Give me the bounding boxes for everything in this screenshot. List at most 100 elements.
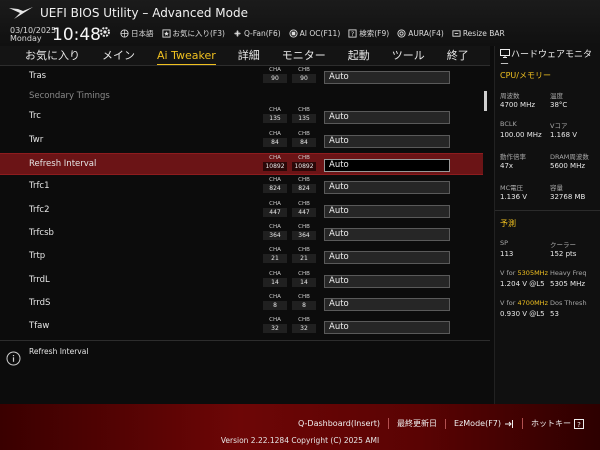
- cha-value: 10892: [263, 162, 287, 171]
- setting-row-trfc2[interactable]: Trfc2 CHA 447 CHB 447 Auto: [0, 200, 483, 222]
- gear-icon[interactable]: [99, 26, 111, 38]
- favorites-button[interactable]: お気に入り(F3): [161, 28, 225, 39]
- hw-label: 容量: [550, 184, 563, 192]
- last-modified-button[interactable]: 最終更新日: [388, 418, 445, 429]
- setting-value-field[interactable]: Auto: [324, 181, 450, 194]
- search-button[interactable]: ? 検索(F9): [348, 28, 389, 39]
- setting-label: Twr: [29, 135, 44, 145]
- chb-value: 10892: [292, 162, 316, 171]
- chb-header: CHB: [298, 271, 310, 277]
- settings-list: Tras CHA 90 CHB 90 Auto Secondary Timings …: [0, 66, 490, 340]
- resize-bar-button[interactable]: Resize BAR: [452, 28, 505, 39]
- cha-readout: CHA 32: [263, 317, 287, 333]
- footer-buttons: Q-Dashboard(Insert) 最終更新日 EzMode(F7) ホット…: [290, 418, 592, 429]
- chb-header: CHB: [298, 247, 310, 253]
- cha-value: 84: [263, 138, 287, 147]
- ezmode-button[interactable]: EzMode(F7): [445, 418, 522, 429]
- tab-tool[interactable]: ツール: [392, 46, 436, 66]
- v-for-freq1: 5305MHz: [517, 269, 548, 277]
- dos-thresh-label: Dos Thresh: [550, 299, 587, 307]
- cha-readout: CHA 8: [263, 294, 287, 310]
- setting-label: Trfcsb: [29, 228, 54, 238]
- list-scrollbar[interactable]: [484, 91, 487, 111]
- setting-row-trrds[interactable]: TrrdS CHA 8 CHB 8 Auto: [0, 293, 483, 315]
- search-label: 検索(F9): [359, 29, 390, 38]
- cha-header: CHA: [269, 201, 281, 207]
- cha-readout: CHA 21: [263, 247, 287, 263]
- setting-value-field[interactable]: Auto: [324, 159, 450, 172]
- chb-readout: CHB 364: [292, 224, 316, 240]
- setting-value-field[interactable]: Auto: [324, 251, 450, 264]
- setting-value-field[interactable]: Auto: [324, 135, 450, 148]
- language-button[interactable]: 日本語: [120, 28, 154, 39]
- resize-bar-icon: [452, 30, 461, 37]
- hw-value: 100.00 MHz: [500, 131, 542, 139]
- cha-readout: CHA 447: [263, 201, 287, 217]
- cha-header: CHA: [269, 67, 281, 73]
- setting-row-trc[interactable]: Trc CHA 135 CHB 135 Auto: [0, 106, 483, 128]
- cha-header: CHA: [269, 224, 281, 230]
- tab-ai-tweaker[interactable]: Ai Tweaker: [157, 46, 227, 66]
- hw-value: 5600 MHz: [550, 162, 586, 170]
- qfan-button[interactable]: Q-Fan(F6): [233, 28, 281, 39]
- setting-row-tfaw[interactable]: Tfaw CHA 32 CHB 32 Auto: [0, 316, 483, 338]
- svg-text:?: ?: [577, 421, 581, 429]
- setting-value-field[interactable]: Auto: [324, 321, 450, 334]
- setting-value-field[interactable]: Auto: [324, 111, 450, 124]
- cha-header: CHA: [269, 271, 281, 277]
- chb-readout: CHB 14: [292, 271, 316, 287]
- cha-header: CHA: [269, 131, 281, 137]
- hw-label: Vコア: [550, 122, 568, 130]
- star-icon: [161, 29, 171, 38]
- setting-value-field[interactable]: Auto: [324, 205, 450, 218]
- cha-readout: CHA 10892: [263, 155, 287, 171]
- hardware-monitor-panel: ハードウェアモニター CPU/メモリー 周波数 4700 MHz 温度 38°C…: [494, 46, 600, 404]
- setting-row-tras[interactable]: Tras CHA 90 CHB 90 Auto: [0, 66, 483, 88]
- hw-value: 32768 MB: [550, 193, 586, 201]
- heavy-freq-value: 5305 MHz: [550, 280, 586, 288]
- cha-value: 14: [263, 278, 287, 287]
- cha-readout: CHA 84: [263, 131, 287, 147]
- cha-value: 824: [263, 184, 287, 193]
- chb-header: CHB: [298, 131, 310, 137]
- language-label: 日本語: [131, 29, 154, 38]
- favorites-label: お気に入り(F3): [172, 29, 225, 38]
- ai-oc-button[interactable]: AI OC(F11): [289, 28, 340, 39]
- chb-value: 90: [292, 74, 316, 83]
- setting-row-trrdl[interactable]: TrrdL CHA 14 CHB 14 Auto: [0, 270, 483, 292]
- tab-boot[interactable]: 起動: [348, 46, 381, 66]
- tab-favorites[interactable]: お気に入り: [25, 46, 91, 66]
- hotkeys-button[interactable]: ホットキー ?: [522, 418, 592, 429]
- ezmode-label: EzMode(F7): [454, 419, 501, 428]
- hw-label: 周波数: [500, 92, 520, 100]
- heavy-freq-label: Heavy Freq: [550, 269, 587, 277]
- setting-value-field[interactable]: Auto: [324, 275, 450, 288]
- setting-value-field[interactable]: Auto: [324, 228, 450, 241]
- footer-bar: Q-Dashboard(Insert) 最終更新日 EzMode(F7) ホット…: [0, 404, 600, 450]
- chb-header: CHB: [298, 67, 310, 73]
- setting-value-field[interactable]: Auto: [324, 71, 450, 84]
- hw-monitor-title: ハードウェアモニター: [500, 49, 600, 70]
- hw-divider: [495, 210, 600, 211]
- aura-button[interactable]: AURA(F4): [397, 28, 444, 39]
- v-for-freq2: 4700MHz: [517, 299, 548, 307]
- cha-value: 8: [263, 301, 287, 310]
- setting-row-trfc1[interactable]: Trfc1 CHA 824 CHB 824 Auto: [0, 176, 483, 198]
- tab-advanced[interactable]: 詳細: [238, 46, 271, 66]
- q-dashboard-button[interactable]: Q-Dashboard(Insert): [290, 419, 388, 428]
- setting-row-twr[interactable]: Twr CHA 84 CHB 84 Auto: [0, 130, 483, 152]
- setting-value-field[interactable]: Auto: [324, 298, 450, 311]
- setting-row-refresh-interval[interactable]: Refresh Interval CHA 10892 CHB 10892 Auto: [0, 153, 483, 175]
- chb-readout: CHB 824: [292, 177, 316, 193]
- chb-readout: CHB 447: [292, 201, 316, 217]
- header-bar: UEFI BIOS Utility – Advanced Mode 03/10/…: [0, 0, 600, 46]
- tab-exit[interactable]: 終了: [447, 46, 480, 66]
- setting-row-trtp[interactable]: Trtp CHA 21 CHB 21 Auto: [0, 246, 483, 268]
- tab-main[interactable]: メイン: [102, 46, 146, 66]
- cha-value: 447: [263, 208, 287, 217]
- version-text: Version 2.22.1284 Copyright (C) 2025 AMI: [220, 436, 380, 445]
- tab-monitor[interactable]: モニター: [282, 46, 337, 66]
- setting-label: TrrdS: [29, 298, 51, 308]
- setting-row-trfcsb[interactable]: Trfcsb CHA 364 CHB 364 Auto: [0, 223, 483, 245]
- chb-header: CHB: [298, 201, 310, 207]
